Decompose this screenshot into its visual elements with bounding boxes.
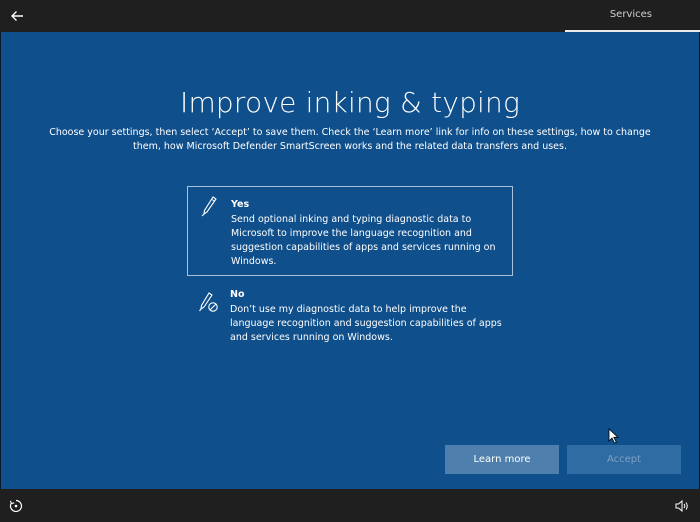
- pen-blocked-icon: [199, 292, 218, 312]
- back-arrow-icon: [11, 11, 23, 21]
- option-yes-title: Yes: [231, 199, 250, 210]
- pen-icon: [201, 196, 217, 217]
- volume-icon[interactable]: [675, 500, 689, 512]
- option-yes[interactable]: Yes Send optional inking and typing diag…: [187, 186, 513, 276]
- option-no-description: Don’t use my diagnostic data to help imp…: [230, 304, 502, 343]
- mouse-pointer-icon: [608, 428, 620, 444]
- option-no[interactable]: No Don’t use my diagnostic data to help …: [187, 283, 513, 355]
- option-yes-description: Send optional inking and typing diagnost…: [231, 214, 496, 267]
- page-title: Improve inking & typing: [180, 86, 520, 119]
- accept-button[interactable]: Accept: [567, 445, 681, 474]
- step-services-label: Services: [609, 9, 652, 20]
- ease-of-access-icon[interactable]: [9, 499, 23, 513]
- bottom-bar: [0, 489, 700, 522]
- back-button[interactable]: [6, 5, 28, 27]
- option-no-title: No: [230, 289, 245, 300]
- top-bar: Services: [0, 0, 700, 32]
- setup-panel: Improve inking & typing Choose your sett…: [1, 32, 699, 489]
- page-subtitle: Choose your settings, then select ‘Accep…: [49, 127, 651, 152]
- learn-more-button[interactable]: Learn more: [445, 445, 559, 474]
